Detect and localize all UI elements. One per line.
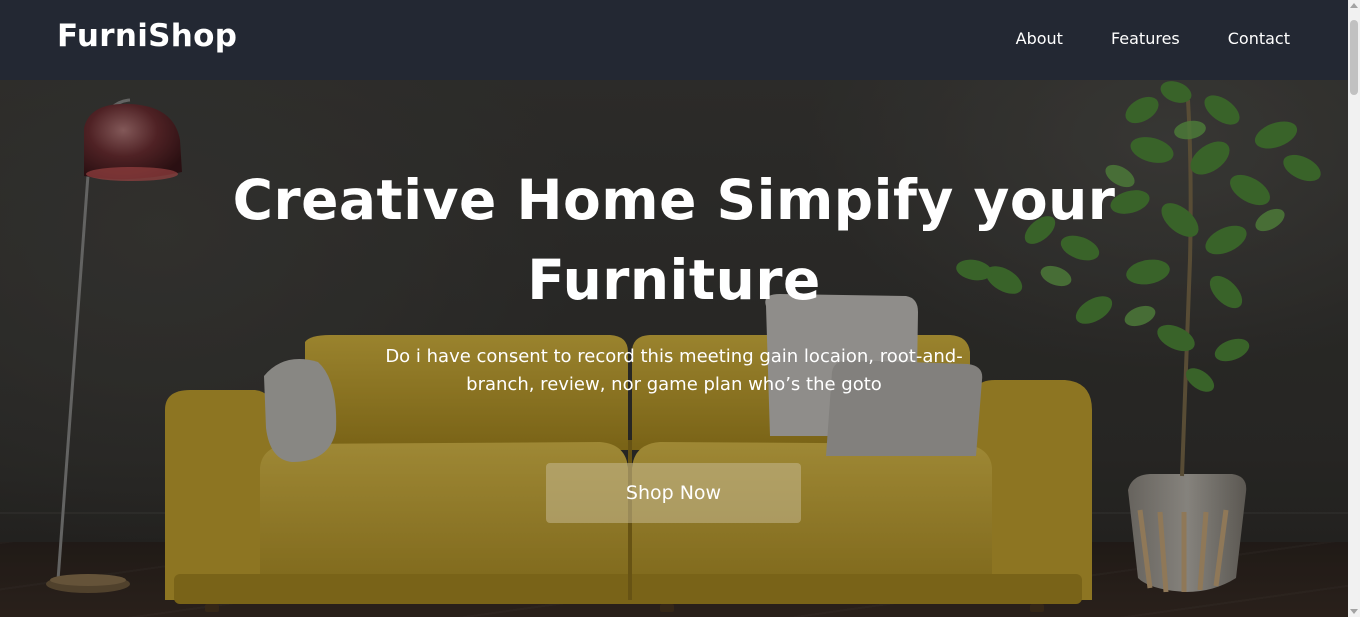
page-scrollbar[interactable] bbox=[1348, 0, 1360, 617]
scroll-down-arrow-icon[interactable] bbox=[1350, 609, 1358, 614]
hero-section: Creative Home Simpify your Furniture Do … bbox=[0, 80, 1348, 617]
navbar: FurniShop About Features Contact bbox=[0, 0, 1348, 80]
scroll-up-arrow-icon[interactable] bbox=[1350, 3, 1358, 8]
hero-title: Creative Home Simpify your Furniture bbox=[232, 168, 1116, 312]
nav-link-features[interactable]: Features bbox=[1111, 29, 1180, 48]
nav-links: About Features Contact bbox=[1016, 29, 1290, 48]
shop-now-button[interactable]: Shop Now bbox=[546, 463, 801, 523]
brand-logo[interactable]: FurniShop bbox=[57, 18, 237, 54]
scrollbar-thumb[interactable] bbox=[1350, 20, 1358, 95]
nav-link-about[interactable]: About bbox=[1016, 29, 1063, 48]
nav-link-contact[interactable]: Contact bbox=[1228, 29, 1290, 48]
hero-subtitle: Do i have consent to record this meeting… bbox=[385, 346, 963, 395]
